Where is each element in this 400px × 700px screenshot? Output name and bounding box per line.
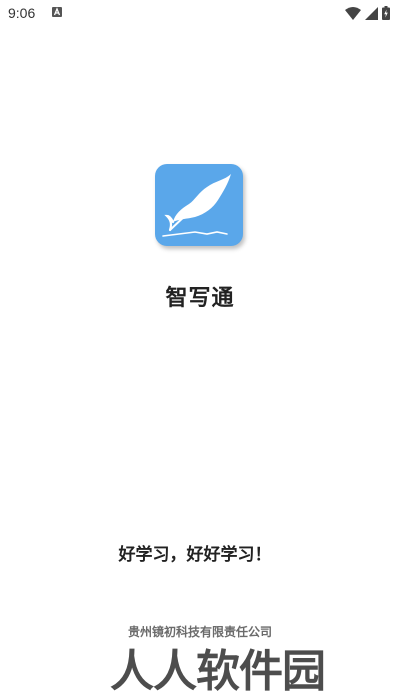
watermark: 人人软件园	[110, 646, 326, 697]
status-bar: 9:06	[0, 0, 400, 26]
battery-charging-icon	[382, 6, 390, 20]
status-time: 9:06	[8, 5, 36, 21]
a-box-icon	[52, 7, 62, 17]
app-logo	[155, 164, 243, 246]
app-name: 智写通	[165, 286, 235, 311]
slogan-text: 好学习，好好学习！	[118, 545, 272, 565]
wifi-icon	[345, 6, 361, 20]
feather-quill-icon	[162, 174, 231, 237]
signal-icon	[365, 6, 378, 20]
splash-screen: 9:06 智写通 好学习，好好学习！ 贵州镜初科技有限责任公司 人人软件园	[0, 0, 400, 700]
status-icons	[345, 6, 390, 20]
